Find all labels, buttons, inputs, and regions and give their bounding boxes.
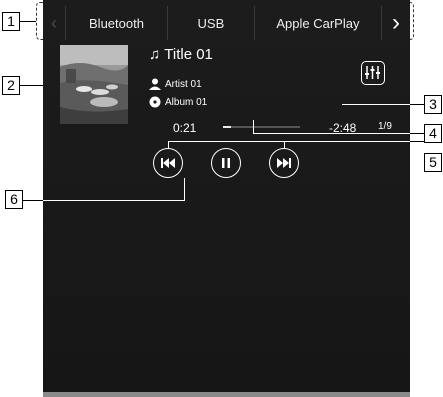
artist-name: Artist 01 [165,78,202,90]
callout-5-leader [410,141,424,142]
media-screen: ‹ Bluetooth USB Apple CarPlay › ♫ Title … [43,0,410,397]
track-title: Title 01 [164,46,213,63]
person-icon [149,78,161,90]
callout-3: 3 [424,95,442,114]
source-tab-bar: ‹ Bluetooth USB Apple CarPlay › [43,6,410,40]
artist-row: Artist 01 [149,78,202,90]
album-row: Album 01 [149,96,207,108]
equalizer-icon [365,66,380,79]
callout-5-drop-next [284,141,285,149]
callout-1: 1 [2,12,20,31]
callout-5: 5 [424,153,442,172]
tab-scroll-right[interactable]: › [382,6,410,40]
callout-4: 4 [424,124,442,143]
disc-icon [149,96,161,108]
skip-next-icon [277,158,291,168]
previous-track-button[interactable] [153,148,183,178]
tab-bluetooth[interactable]: Bluetooth [66,6,168,40]
chevron-right-icon: › [392,9,400,36]
album-art [60,45,128,124]
callout-6-drop [184,178,185,201]
callout-5-line [168,141,410,142]
callout-2: 2 [2,76,20,95]
equalizer-button[interactable] [361,61,385,85]
callout-6-leader [23,200,43,201]
callout-4-drop [253,120,254,134]
callout-4-line [253,133,410,134]
callout-5-drop-prev [168,141,169,149]
chevron-left-icon: ‹ [51,12,57,33]
pause-icon [222,158,230,168]
album-name: Album 01 [165,96,208,108]
callout-1-leader [20,21,36,22]
progress-bar[interactable] [223,126,300,128]
callout-2-leader [20,85,43,86]
callout-3-line [342,104,410,105]
pause-button[interactable] [211,148,241,178]
next-track-button[interactable] [269,148,299,178]
track-title-row: ♫ Title 01 [149,46,213,63]
elapsed-time: 0:21 [173,121,197,135]
callout-6: 6 [5,190,23,209]
tab-apple-carplay[interactable]: Apple CarPlay [255,6,382,40]
track-count: 1/9 [378,121,392,132]
callout-6-line [43,200,185,201]
skip-previous-icon [161,158,175,168]
tab-usb[interactable]: USB [168,6,255,40]
music-note-icon: ♫ [149,46,161,63]
callout-3-leader [410,104,424,105]
callout-4-leader [410,133,424,134]
progress-fill [223,126,232,128]
tab-scroll-left[interactable]: ‹ [43,6,66,40]
